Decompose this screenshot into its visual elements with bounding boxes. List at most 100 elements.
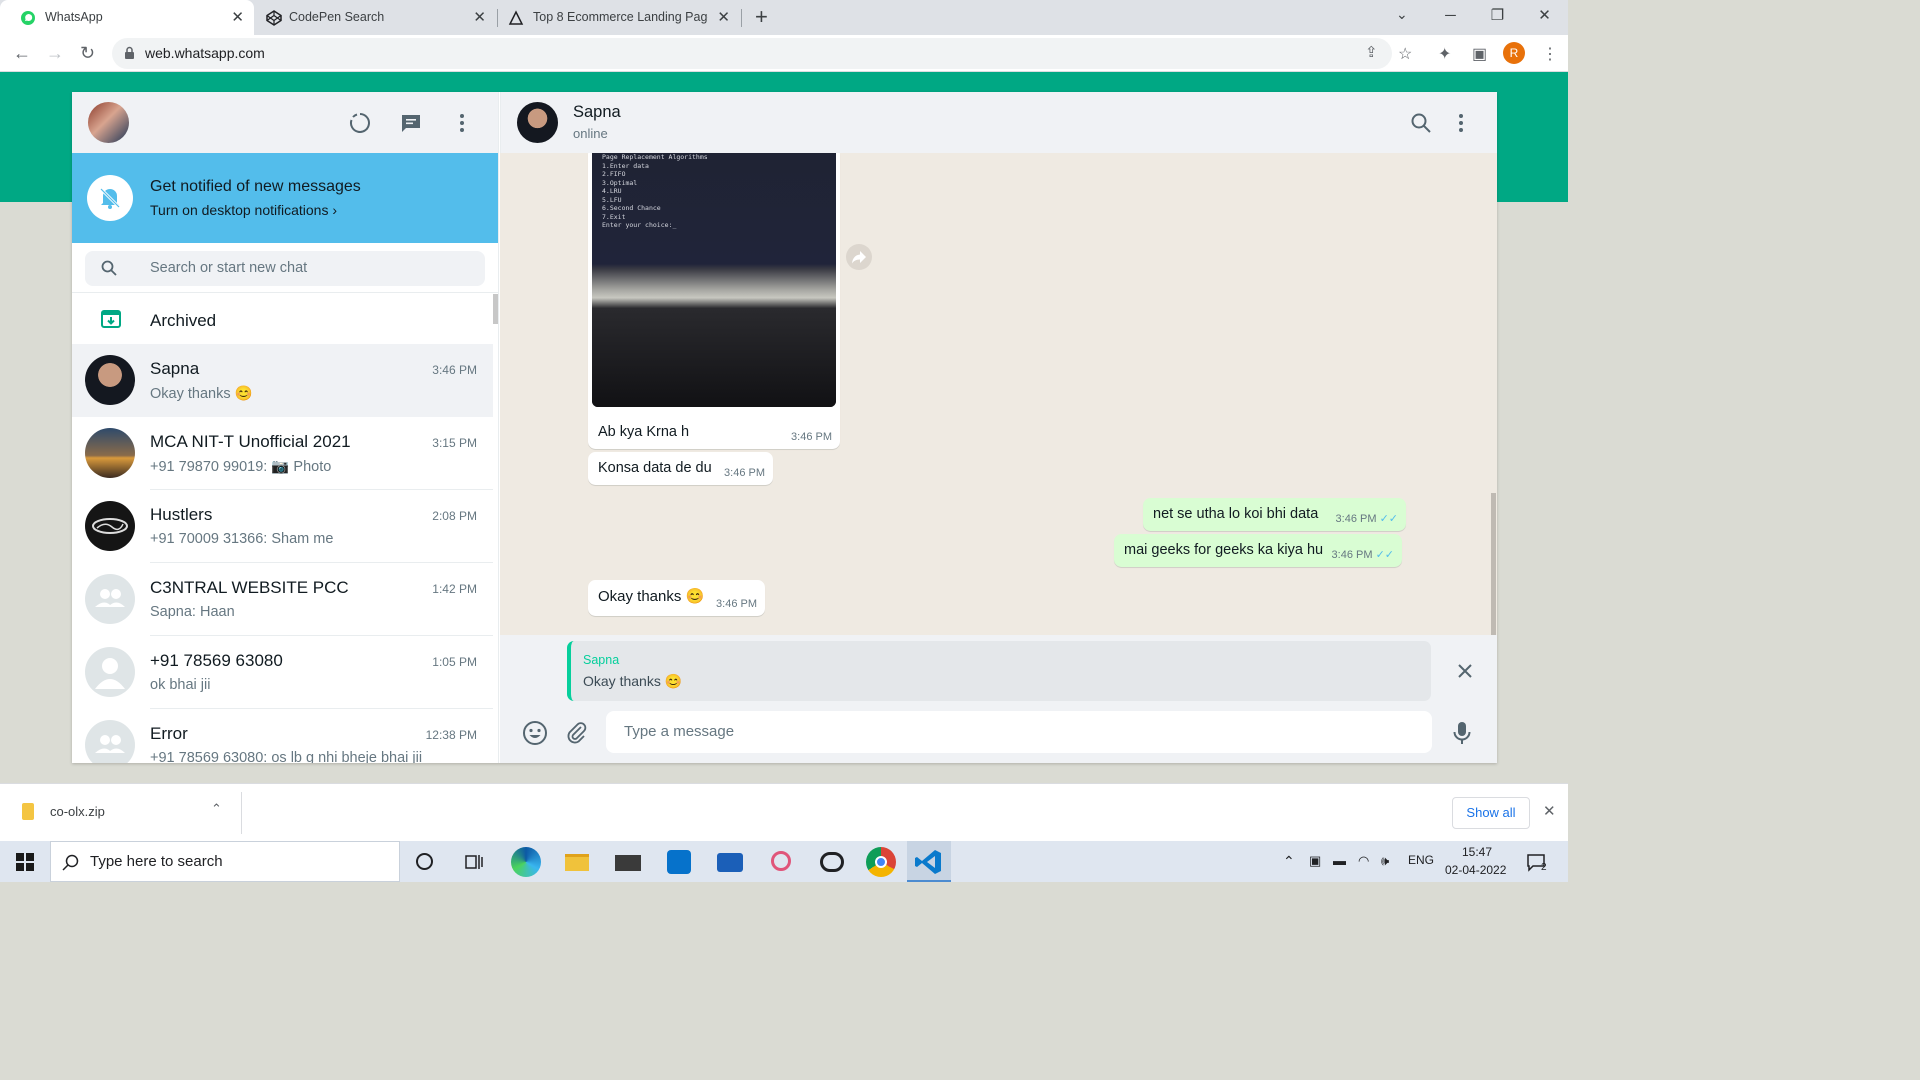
sidebar-scrollbar[interactable] xyxy=(493,294,498,324)
download-filename[interactable]: co-olx.zip xyxy=(50,804,105,819)
quoted-message[interactable]: Sapna Okay thanks 😊 xyxy=(567,641,1431,701)
my-avatar[interactable] xyxy=(88,102,129,143)
group-placeholder-icon xyxy=(85,574,135,624)
chat-item-phone[interactable]: +91 78569 63080 1:05 PM ok bhai jii xyxy=(72,636,493,709)
search-input[interactable]: Search or start new chat xyxy=(85,251,485,286)
chat-item-c3ntral[interactable]: C3NTRAL WEBSITE PCC 1:42 PM Sapna: Haan xyxy=(72,563,493,636)
whatsapp-icon xyxy=(21,11,35,25)
back-icon[interactable]: ← xyxy=(13,43,31,64)
omnibox[interactable]: web.whatsapp.com ⇪ xyxy=(112,38,1392,69)
chat-preview: ok bhai jii xyxy=(150,677,211,693)
contact-avatar[interactable] xyxy=(517,102,558,143)
new-tab-button[interactable]: + xyxy=(755,4,768,30)
clock-time[interactable]: 15:47 xyxy=(1462,845,1492,859)
file-explorer-icon[interactable] xyxy=(562,847,592,877)
sidebar-header xyxy=(72,92,498,153)
side-panel-icon[interactable]: ▣ xyxy=(1472,44,1487,64)
group-placeholder-icon xyxy=(85,720,135,763)
conversation-panel: Sapna online Page Replacement Algorithms… xyxy=(500,92,1497,763)
tab-close-icon[interactable]: ✕ xyxy=(473,8,486,26)
emoji-icon[interactable] xyxy=(522,720,548,746)
attach-icon[interactable] xyxy=(564,720,590,746)
forward-icon[interactable] xyxy=(846,244,872,270)
lock-icon xyxy=(125,46,134,59)
dell-icon[interactable] xyxy=(664,847,694,877)
battery-icon[interactable]: ▬ xyxy=(1333,853,1346,868)
profile-avatar[interactable]: R xyxy=(1503,42,1525,64)
tab-search-icon[interactable]: ⌄ xyxy=(1396,6,1408,23)
menu-icon[interactable] xyxy=(450,111,474,135)
browser-tab-bar: WhatsApp ✕ CodePen Search ✕ Top 8 Ecomme… xyxy=(0,0,1568,35)
chat-preview: +91 79870 99019: 📷 Photo xyxy=(150,459,332,475)
chat-item-mca[interactable]: MCA NIT-T Unofficial 2021 3:15 PM +91 79… xyxy=(72,417,493,490)
whiteboard-icon[interactable] xyxy=(715,847,745,877)
tab-close-icon[interactable]: ✕ xyxy=(717,8,730,26)
status-icon[interactable] xyxy=(348,111,372,135)
tab-separator xyxy=(741,9,742,27)
chat-time: 1:42 PM xyxy=(432,582,477,596)
cortana-icon[interactable] xyxy=(415,852,434,871)
chat-item-sapna[interactable]: Sapna 3:46 PM Okay thanks 😊 xyxy=(72,344,493,417)
share-icon[interactable]: ⇪ xyxy=(1365,43,1378,61)
chat-item-hustlers[interactable]: Hustlers 2:08 PM +91 70009 31366: Sham m… xyxy=(72,490,493,563)
message-bubble-out[interactable]: mai geeks for geeks ka kiya hu 3:46 PM ✓… xyxy=(1114,534,1402,567)
mail-icon[interactable] xyxy=(613,847,643,877)
message-bubble-image[interactable]: Page Replacement Algorithms 1.Enter data… xyxy=(588,153,840,449)
menu-icon[interactable] xyxy=(1449,111,1473,135)
message-text: Okay thanks 😊 xyxy=(598,588,705,605)
bookmark-star-icon[interactable]: ☆ xyxy=(1398,44,1412,64)
contact-status: online xyxy=(573,126,608,141)
message-text: net se utha lo koi bhi data xyxy=(1153,506,1319,522)
message-photo[interactable]: Page Replacement Algorithms 1.Enter data… xyxy=(592,153,836,407)
minimize-button[interactable]: ─ xyxy=(1427,0,1474,35)
conversation-header[interactable]: Sapna online xyxy=(500,92,1497,153)
chevron-up-icon[interactable]: ⌃ xyxy=(1283,853,1295,870)
tab-ecommerce[interactable]: Top 8 Ecommerce Landing Page T ✕ xyxy=(498,0,740,35)
hustlers-logo-icon xyxy=(92,518,128,534)
clock-date[interactable]: 02-04-2022 xyxy=(1445,863,1506,877)
reload-icon[interactable]: ↻ xyxy=(80,43,95,64)
close-reply-icon[interactable] xyxy=(1457,663,1473,679)
microphone-icon[interactable] xyxy=(1450,720,1474,746)
browser-menu-icon[interactable]: ⋮ xyxy=(1542,44,1558,64)
notification-banner[interactable]: Get notified of new messages Turn on des… xyxy=(72,153,498,243)
taskbar-search[interactable]: Type here to search xyxy=(50,841,400,882)
chat-item-error[interactable]: Error 12:38 PM +91 78569 63080: os lb g … xyxy=(72,709,493,763)
message-input[interactable]: Type a message xyxy=(606,711,1432,753)
xbox-icon[interactable] xyxy=(817,847,847,877)
edge-icon[interactable] xyxy=(511,847,541,877)
tab-whatsapp[interactable]: WhatsApp ✕ xyxy=(0,0,254,35)
close-downloads-icon[interactable]: ✕ xyxy=(1543,802,1556,820)
wifi-icon[interactable]: ◠ xyxy=(1358,853,1369,869)
compose-bar: Type a message xyxy=(500,707,1497,763)
task-view-icon[interactable] xyxy=(464,852,484,872)
forward-icon[interactable]: → xyxy=(46,43,64,64)
notification-link[interactable]: Turn on desktop notifications › xyxy=(150,202,337,218)
message-bubble-in[interactable]: Konsa data de du 3:46 PM xyxy=(588,452,773,485)
download-bar: co-olx.zip ⌃ Show all ✕ xyxy=(0,783,1568,841)
extensions-icon[interactable]: ✦ xyxy=(1438,44,1451,64)
device-icon[interactable]: ▣ xyxy=(1309,853,1321,869)
conversation-scrollbar[interactable] xyxy=(1491,493,1496,635)
vscode-icon[interactable] xyxy=(914,847,944,877)
chrome-icon[interactable] xyxy=(866,847,896,877)
volume-icon[interactable]: 🕪 xyxy=(1381,853,1389,869)
snip-sketch-icon[interactable] xyxy=(766,847,796,877)
tab-codepen[interactable]: CodePen Search ✕ xyxy=(256,0,496,35)
message-list[interactable]: Page Replacement Algorithms 1.Enter data… xyxy=(500,153,1497,635)
chat-name: +91 78569 63080 xyxy=(150,651,283,670)
tab-close-icon[interactable]: ✕ xyxy=(231,8,244,26)
message-bubble-in[interactable]: Okay thanks 😊 3:46 PM xyxy=(588,580,765,616)
archived-row[interactable]: Archived xyxy=(72,294,498,343)
chevron-up-icon[interactable]: ⌃ xyxy=(211,801,222,817)
maximize-button[interactable]: ❐ xyxy=(1474,0,1521,35)
search-icon[interactable] xyxy=(1409,111,1433,135)
message-bubble-out[interactable]: net se utha lo koi bhi data 3:46 PM ✓✓ xyxy=(1143,498,1406,531)
windows-start-icon[interactable] xyxy=(16,853,34,871)
language-indicator[interactable]: ENG xyxy=(1408,853,1434,867)
show-all-button[interactable]: Show all xyxy=(1452,797,1530,829)
message-time: 3:46 PM xyxy=(724,467,765,479)
group-avatar xyxy=(85,428,135,478)
new-chat-icon[interactable] xyxy=(399,111,423,135)
close-window-button[interactable]: ✕ xyxy=(1521,0,1568,35)
